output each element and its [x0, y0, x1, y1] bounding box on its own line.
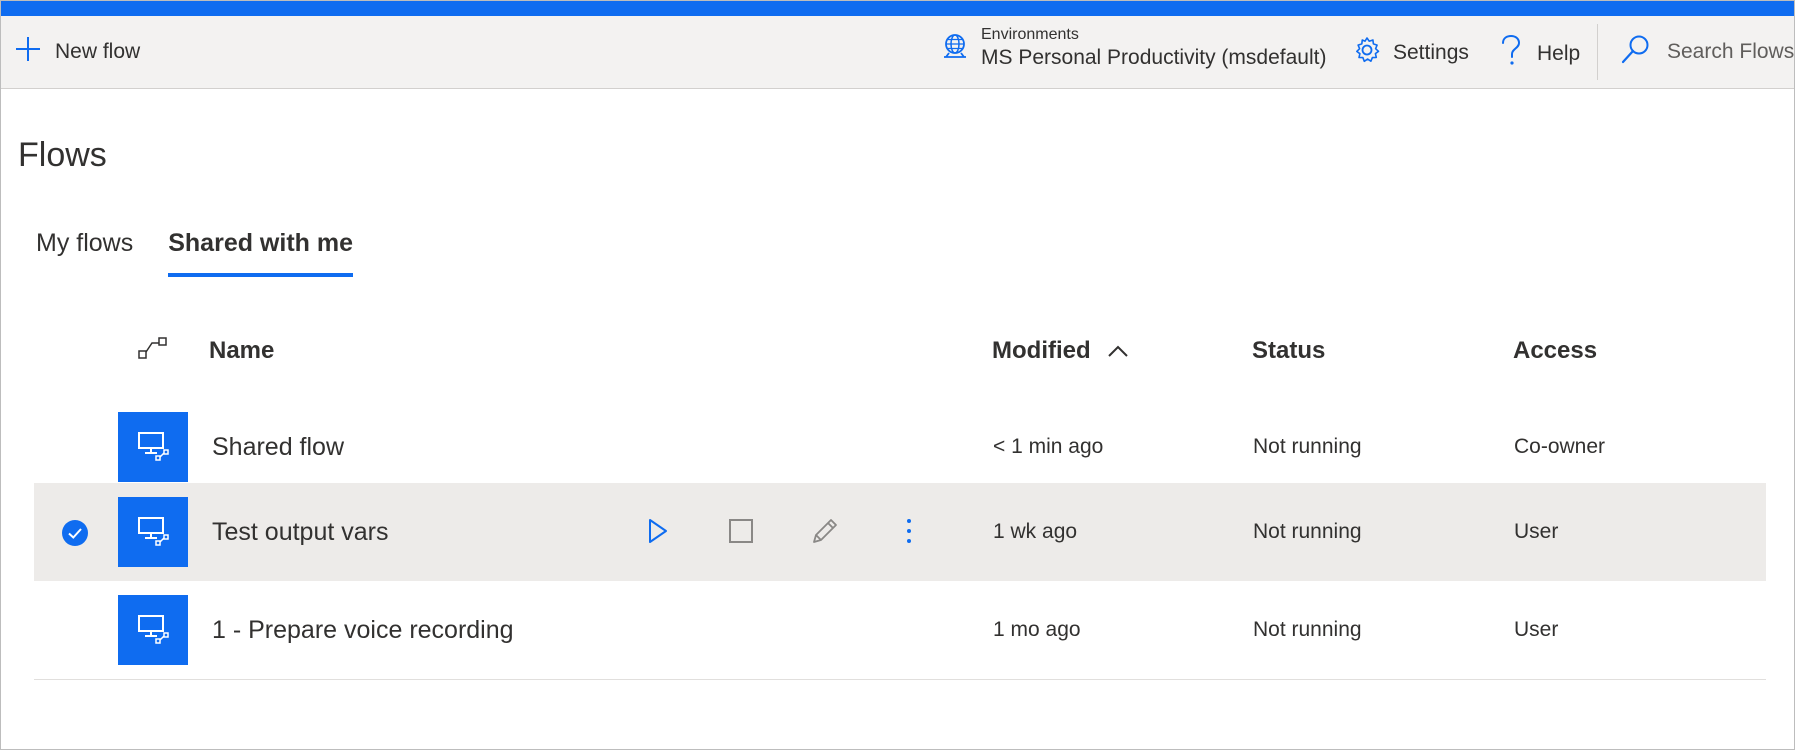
gear-icon [1353, 36, 1381, 69]
flow-modified: 1 mo ago [993, 618, 1081, 641]
access-column-header[interactable]: Access [1513, 326, 1597, 376]
plus-icon [15, 36, 41, 67]
environment-name: MS Personal Productivity (msdefault) [981, 46, 1327, 69]
environment-picker[interactable]: Environments MS Personal Productivity (m… [941, 26, 1326, 70]
settings-button[interactable]: Settings [1353, 36, 1469, 69]
settings-label: Settings [1393, 40, 1469, 64]
flow-name[interactable]: Shared flow [212, 398, 344, 496]
help-button[interactable]: Help [1501, 34, 1581, 72]
help-label: Help [1537, 41, 1581, 65]
flow-status: Not running [1253, 520, 1362, 543]
table-row[interactable]: Shared flow < 1 min ago Not running Co-o… [34, 398, 1766, 496]
command-divider [1597, 24, 1598, 80]
app-window: New flow Environments MS Personal Produc… [0, 0, 1795, 750]
flow-status: Not running [1253, 435, 1362, 458]
table-row[interactable]: Test output vars 1 wk ago Not running Us… [34, 483, 1766, 581]
tab-my-flows[interactable]: My flows [36, 229, 133, 258]
flow-tabs: My flows Shared with me [36, 229, 353, 277]
status-column-header[interactable]: Status [1252, 326, 1325, 376]
top-accent-bar [1, 1, 1794, 16]
new-flow-label: New flow [55, 39, 141, 63]
search-flows-box[interactable]: Search Flows [1621, 34, 1794, 69]
globe-icon [941, 32, 969, 65]
more-options-button[interactable] [892, 516, 926, 550]
flow-type-column-header [137, 326, 169, 376]
flow-type-icon [137, 335, 169, 368]
search-icon [1621, 34, 1651, 69]
edit-icon [810, 516, 840, 551]
stop-icon [728, 518, 754, 549]
flow-access: Co-owner [1514, 435, 1606, 458]
more-icon [905, 517, 913, 550]
flow-name[interactable]: 1 - Prepare voice recording [212, 581, 514, 679]
row-checkbox[interactable] [61, 519, 89, 547]
flow-status: Not running [1253, 618, 1362, 641]
desktop-flow-icon [118, 497, 188, 567]
flow-name[interactable]: Test output vars [212, 483, 388, 581]
flow-modified: 1 wk ago [993, 520, 1078, 543]
run-button[interactable] [641, 516, 675, 550]
stop-button[interactable] [724, 516, 758, 550]
new-flow-button[interactable]: New flow [15, 36, 140, 67]
page-title: Flows [18, 136, 107, 174]
flow-access: User [1514, 520, 1559, 543]
edit-button[interactable] [808, 516, 842, 550]
search-flows-placeholder: Search Flows [1667, 39, 1795, 63]
flow-access: User [1514, 618, 1559, 641]
question-icon [1501, 34, 1521, 72]
modified-column-header[interactable]: Modified [992, 326, 1129, 376]
modified-header-label: Modified [992, 337, 1091, 364]
desktop-flow-icon [118, 412, 188, 482]
table-row[interactable]: 1 - Prepare voice recording 1 mo ago Not… [34, 581, 1766, 680]
flow-modified: < 1 min ago [993, 435, 1104, 458]
tab-shared-with-me[interactable]: Shared with me [168, 229, 353, 277]
environments-caption: Environments [981, 26, 1079, 43]
sort-ascending-icon [1091, 337, 1129, 365]
desktop-flow-icon [118, 595, 188, 665]
name-column-header[interactable]: Name [209, 326, 274, 376]
command-bar: New flow Environments MS Personal Produc… [1, 16, 1794, 89]
run-icon [647, 518, 669, 549]
